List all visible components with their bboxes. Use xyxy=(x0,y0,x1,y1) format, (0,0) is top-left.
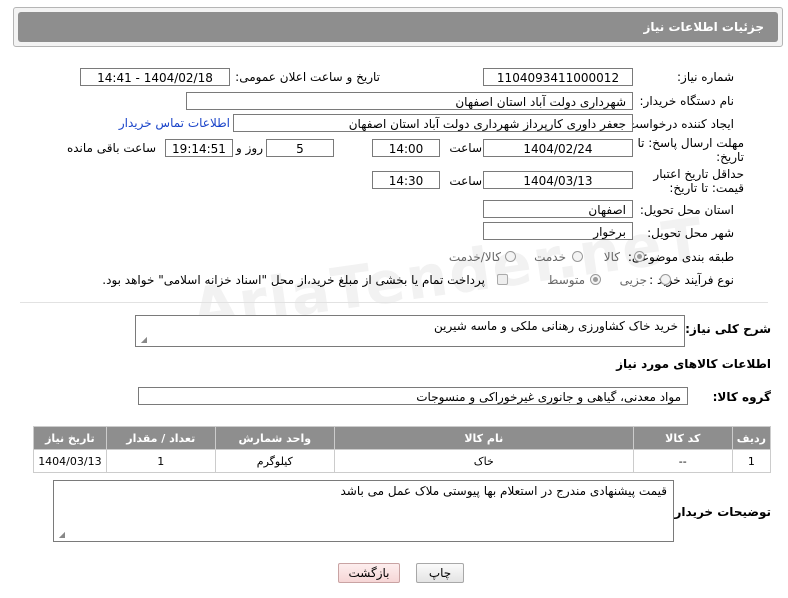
buyer-org-field[interactable]: شهرداری دولت آباد استان اصفهان xyxy=(186,92,633,110)
category-option-goods: کالا xyxy=(603,250,620,264)
description-text: خرید خاک کشاورزی رهنانی ملکی و ماسه شیری… xyxy=(434,319,678,333)
description-label: شرح کلی نیاز: xyxy=(685,322,771,336)
delivery-city-field[interactable]: برخوار xyxy=(483,222,633,240)
delivery-province-label: استان محل تحویل: xyxy=(639,203,734,217)
cell-unit: کیلوگرم xyxy=(214,449,335,473)
days-field[interactable]: 5 xyxy=(266,139,334,157)
category-option-service: خدمت xyxy=(534,250,566,264)
delivery-city-label: شهر محل تحویل: xyxy=(647,226,734,240)
header-frame: جزئیات اطلاعات نیاز xyxy=(13,7,783,47)
process-option-minor: جزیی xyxy=(619,273,647,287)
cell-item-name: خاک xyxy=(333,449,634,473)
col-row-number: ردیف xyxy=(731,426,772,450)
deadline-time-label: ساعت xyxy=(449,141,482,155)
resize-handle-icon[interactable]: ◢ xyxy=(57,531,65,539)
goods-group-label: گروه کالا: xyxy=(712,390,771,404)
need-number-field[interactable]: 1104093411000012 xyxy=(483,68,633,86)
category-radio-goods[interactable] xyxy=(634,251,645,262)
cell-item-code: -- xyxy=(632,449,733,473)
payment-note: پرداخت تمام یا بخشی از مبلغ خرید،از محل … xyxy=(102,273,485,287)
col-quantity: تعداد / مقدار xyxy=(105,426,216,450)
deadline-time-field[interactable]: 14:00 xyxy=(372,139,440,157)
back-button[interactable]: بازگشت xyxy=(338,563,400,583)
category-option-both: کالا/خدمت xyxy=(448,250,501,264)
buyer-notes-field[interactable]: قیمت پیشنهادی مندرج در استعلام بها پیوست… xyxy=(53,480,674,542)
goods-table: ردیف کد کالا نام کالا واحد شمارش تعداد /… xyxy=(33,426,772,473)
header-bar: جزئیات اطلاعات نیاز xyxy=(18,12,778,42)
validity-date-field[interactable]: 1404/03/13 xyxy=(483,171,633,189)
creator-field[interactable]: جعفر داوری کارپرداز شهرداری دولت آباد اس… xyxy=(233,114,633,132)
col-item-code: کد کالا xyxy=(632,426,733,450)
buyer-org-label: نام دستگاه خریدار: xyxy=(639,94,735,108)
delivery-province-field[interactable]: اصفهان xyxy=(483,200,633,218)
table-row: 1 -- خاک کیلوگرم 1 1404/03/13 xyxy=(33,449,772,473)
divider xyxy=(20,302,768,303)
deadline-label: مهلت ارسال پاسخ: تا تاریخ: xyxy=(637,136,744,164)
resize-handle-icon[interactable]: ◢ xyxy=(139,336,147,344)
need-number-label: شماره نیاز: xyxy=(677,70,734,84)
payment-checkbox[interactable] xyxy=(497,274,508,285)
remaining-time-field[interactable]: 19:14:51 xyxy=(165,139,233,157)
process-option-medium: متوسط xyxy=(547,273,585,287)
process-radio-medium[interactable] xyxy=(590,274,601,285)
announce-field[interactable]: 1404/02/18 - 14:41 xyxy=(80,68,230,86)
description-field[interactable]: خرید خاک کشاورزی رهنانی ملکی و ماسه شیری… xyxy=(135,315,685,347)
goods-group-field[interactable]: مواد معدنی، گیاهی و جانوری غیرخوراکی و م… xyxy=(138,387,688,405)
cell-need-date: 1404/03/13 xyxy=(33,449,107,473)
col-item-name: نام کالا xyxy=(333,426,634,450)
days-label: روز و xyxy=(236,141,263,155)
col-need-date: تاریخ نیاز xyxy=(33,426,107,450)
deadline-date-field[interactable]: 1404/02/24 xyxy=(483,139,633,157)
announce-label: تاریخ و ساعت اعلان عمومی: xyxy=(235,70,380,84)
creator-label: ایجاد کننده درخواست: xyxy=(623,117,734,131)
print-button[interactable]: چاپ xyxy=(416,563,464,583)
goods-section-title: اطلاعات کالاهای مورد نیاز xyxy=(616,357,771,371)
validity-time-label: ساعت xyxy=(449,174,482,188)
buyer-notes-label: توضیحات خریدار: xyxy=(669,505,771,519)
contact-info-link[interactable]: اطلاعات تماس خریدار xyxy=(119,116,230,130)
cell-quantity: 1 xyxy=(105,449,216,473)
table-header-row: ردیف کد کالا نام کالا واحد شمارش تعداد /… xyxy=(33,426,772,450)
category-radio-both[interactable] xyxy=(505,251,516,262)
category-radio-service[interactable] xyxy=(572,251,583,262)
buyer-notes-text: قیمت پیشنهادی مندرج در استعلام بها پیوست… xyxy=(340,484,667,498)
remaining-label: ساعت باقی مانده xyxy=(66,141,156,155)
col-unit: واحد شمارش xyxy=(214,426,335,450)
validity-label: حداقل تاریخ اعتبار قیمت: تا تاریخ: xyxy=(653,167,744,195)
cell-row-number: 1 xyxy=(731,449,772,473)
validity-time-field[interactable]: 14:30 xyxy=(372,171,440,189)
process-radio-minor[interactable] xyxy=(660,274,671,285)
page-title: جزئیات اطلاعات نیاز xyxy=(643,20,764,34)
